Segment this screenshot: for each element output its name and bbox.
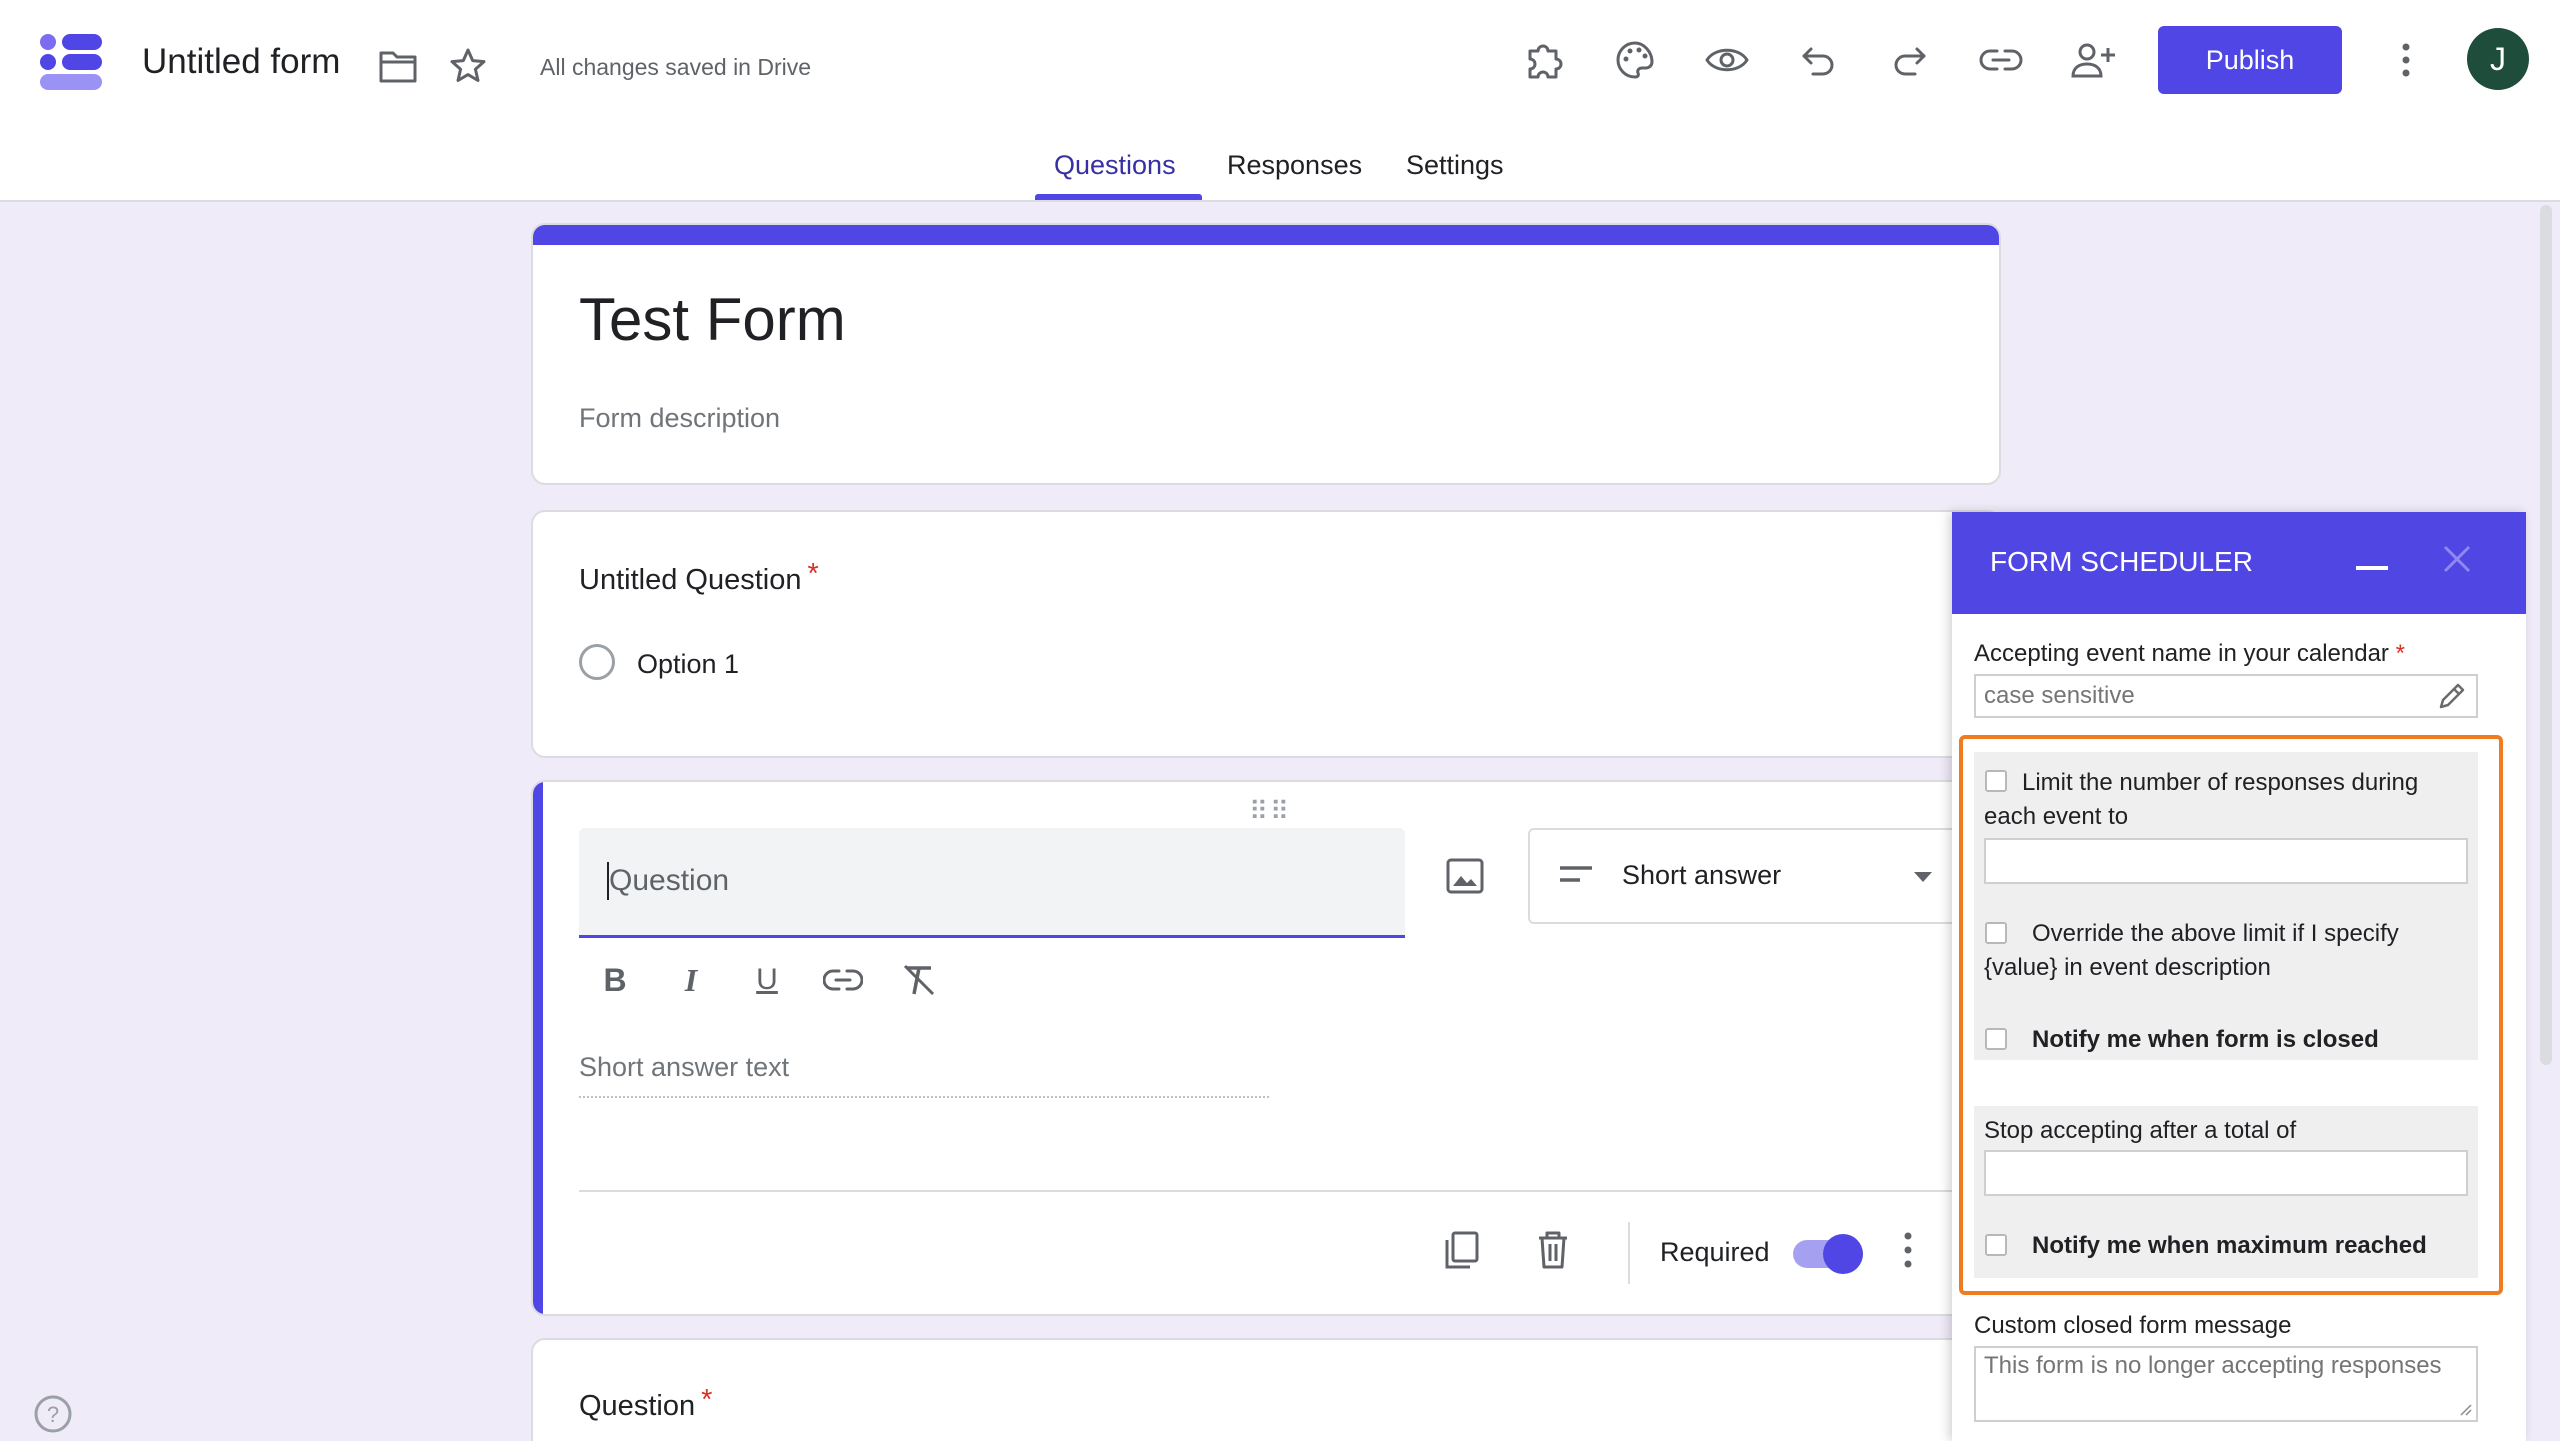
top-bar: Untitled form All changes saved in Drive… (0, 0, 2560, 202)
folder-icon[interactable] (370, 38, 426, 94)
question-title-text: Untitled Question (579, 564, 802, 596)
question-type-label: Short answer (1622, 860, 1782, 890)
page-scrollbar[interactable] (2540, 205, 2552, 1065)
link-icon[interactable] (821, 958, 865, 1002)
panel-title: FORM SCHEDULER (1990, 546, 2253, 577)
preview-eye-icon[interactable] (1699, 32, 1755, 88)
limit-per-event-label: Limit the number of responses during eac… (1984, 769, 2419, 830)
more-vert-icon[interactable] (2378, 32, 2434, 88)
more-vert-icon[interactable] (1893, 1228, 1923, 1272)
question-card-1[interactable]: Untitled Question * Option 1 (531, 510, 2001, 758)
star-icon[interactable] (440, 38, 496, 94)
notify-max-label: Notify me when maximum reached (2032, 1232, 2427, 1259)
event-name-label: Accepting event name in your calendar * (1974, 640, 2405, 668)
question-title: Untitled Question * (579, 558, 819, 597)
event-name-placeholder: case sensitive (1984, 682, 2135, 709)
question-card-2-active[interactable]: ⠿⠿ Question Short answer B I U Short ans… (531, 780, 2001, 1316)
close-icon[interactable] (2440, 542, 2474, 576)
active-tab-indicator (1035, 194, 1202, 200)
required-label: Required (1660, 1237, 1770, 1267)
limit-per-event-input[interactable] (1984, 838, 2468, 884)
notify-closed-checkbox[interactable] (1985, 1028, 2007, 1050)
form-header-card: Test Form Form description (531, 223, 2001, 485)
custom-message-placeholder: This form is no longer accepting respons… (1984, 1352, 2442, 1379)
undo-icon[interactable] (1791, 32, 1847, 88)
notify-max-checkbox[interactable] (1985, 1234, 2007, 1256)
active-card-indicator (533, 782, 543, 1314)
option-label: Option 1 (637, 649, 740, 679)
tab-questions[interactable]: Questions (1054, 150, 1176, 181)
pencil-edit-icon[interactable] (2436, 680, 2468, 712)
required-asterisk: * (701, 1384, 713, 1416)
notify-closed-label: Notify me when form is closed (2032, 1026, 2379, 1053)
stop-total-label: Stop accepting after a total of (1984, 1117, 2297, 1144)
add-collaborator-icon[interactable] (2065, 32, 2121, 88)
form-title[interactable]: Test Form (579, 285, 846, 354)
form-scheduler-panel: FORM SCHEDULER Accepting event name in y… (1952, 512, 2526, 1441)
form-description-field[interactable]: Form description (579, 403, 780, 434)
redo-icon[interactable] (1881, 32, 1937, 88)
avatar[interactable]: J (2467, 28, 2529, 90)
question-title: Question * (579, 1384, 712, 1423)
required-asterisk: * (807, 558, 819, 590)
addon-puzzle-icon[interactable] (1517, 32, 1573, 88)
custom-message-textarea[interactable]: This form is no longer accepting respons… (1974, 1346, 2478, 1422)
tab-responses[interactable]: Responses (1227, 150, 1362, 181)
radio-option-1[interactable] (579, 644, 615, 680)
question-placeholder: Question (609, 864, 730, 897)
help-icon[interactable]: ? (33, 1394, 73, 1434)
save-status: All changes saved in Drive (540, 54, 812, 80)
bold-icon[interactable]: B (593, 958, 637, 1002)
card-footer-divider (579, 1190, 1999, 1192)
question-type-dropdown[interactable]: Short answer (1528, 828, 1958, 924)
publish-button[interactable]: Publish (2158, 26, 2342, 94)
question-card-3[interactable]: Question * (531, 1338, 2001, 1441)
question-title-input[interactable]: Question (579, 828, 1405, 938)
forms-logo-icon (40, 34, 102, 90)
event-name-label-text: Accepting event name in your calendar (1974, 640, 2389, 667)
document-title[interactable]: Untitled form (142, 42, 340, 82)
italic-icon[interactable]: I (669, 958, 713, 1002)
event-name-input[interactable]: case sensitive (1974, 674, 2478, 718)
chevron-down-icon (1914, 872, 1932, 882)
duplicate-icon[interactable] (1439, 1228, 1483, 1272)
override-limit-label: Override the above limit if I specify {v… (1984, 920, 2399, 981)
underline-icon[interactable]: U (745, 958, 789, 1002)
clear-formatting-icon[interactable] (897, 958, 941, 1002)
tab-settings[interactable]: Settings (1406, 150, 1504, 181)
link-icon[interactable] (1973, 32, 2029, 88)
short-answer-placeholder: Short answer text (579, 1052, 790, 1082)
add-image-icon[interactable] (1443, 854, 1487, 898)
delete-trash-icon[interactable] (1531, 1228, 1575, 1272)
answer-underline (579, 1096, 1269, 1098)
drag-handle-icon[interactable]: ⠿⠿ (1249, 796, 1291, 827)
custom-message-label: Custom closed form message (1974, 1312, 2292, 1339)
panel-header: FORM SCHEDULER (1952, 512, 2526, 614)
stop-total-input[interactable] (1984, 1150, 2468, 1196)
required-asterisk: * (2395, 640, 2405, 667)
svg-text:?: ? (47, 1402, 59, 1427)
short-answer-icon (1560, 866, 1592, 882)
header-accent-band (533, 225, 1999, 245)
resize-handle-icon[interactable] (2458, 1402, 2472, 1416)
required-toggle-knob[interactable] (1823, 1234, 1863, 1274)
footer-separator (1628, 1222, 1630, 1284)
palette-icon[interactable] (1607, 32, 1663, 88)
question-title-text: Question (579, 1390, 696, 1422)
minimize-icon[interactable] (2356, 566, 2388, 570)
